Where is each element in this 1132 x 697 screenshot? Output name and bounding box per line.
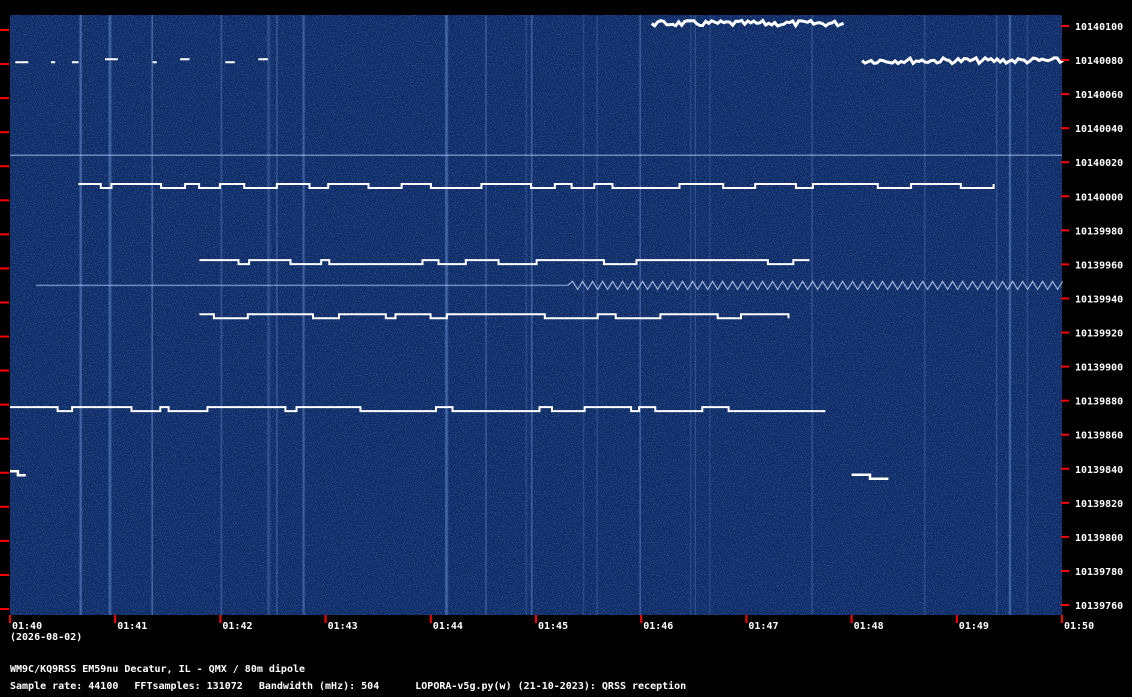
y-tick-label: 10139980: [1075, 226, 1123, 237]
x-tick-label: 01:40: [12, 621, 42, 632]
x-tick-label: 01:42: [222, 621, 252, 632]
y-tick-label: 10139780: [1075, 567, 1123, 578]
x-tick-label: 01:47: [748, 621, 778, 632]
sample-rate-label: Sample rate: 44100: [10, 681, 119, 692]
x-axis: 01:40 01:41 01:42 01:43 01:44 01:45 01:46 01:47…: [9, 615, 1094, 632]
params-line: Sample rate: 44100 FFTsamples: 131072 Ba…: [10, 681, 696, 692]
x-tick-label: 01:44: [433, 621, 463, 632]
y-tick-label: 10140020: [1075, 158, 1123, 169]
y-tick-label: 10139940: [1075, 294, 1123, 305]
fft-samples-label: FFTsamples: 131072: [134, 681, 243, 692]
y-tick-label: 10139820: [1075, 499, 1123, 510]
version-label: LOPORA-v5g.py(w) (21-10-2023): QRSS rece…: [415, 681, 687, 692]
x-tick-label: 01:45: [538, 621, 568, 632]
station-label: WM9C/KQ9RSS EM59nu Decatur, IL - QMX / 8…: [10, 664, 306, 675]
y-tick-label: 10140100: [1075, 22, 1123, 33]
x-tick-label: 01:43: [328, 621, 358, 632]
y-tick-label: 10139920: [1075, 329, 1123, 340]
y-tick-label: 10139900: [1075, 363, 1123, 374]
y-tick-label: 10140000: [1075, 192, 1123, 203]
x-tick-label: 01:49: [959, 621, 989, 632]
y-tick-label: 10139800: [1075, 533, 1123, 544]
y-tick-label: 10139760: [1075, 601, 1123, 612]
x-tick-label: 01:46: [643, 621, 673, 632]
y-tick-label: 10140060: [1075, 90, 1123, 101]
y-tick-label: 10140080: [1075, 56, 1123, 67]
y-tick-label: 10139880: [1075, 397, 1123, 408]
y-tick-label: 10139840: [1075, 465, 1123, 476]
y-tick-label: 10139960: [1075, 260, 1123, 271]
y-tick-label: 10140040: [1075, 124, 1123, 135]
x-tick-label: 01:50: [1064, 621, 1094, 632]
bandwidth-label: Bandwidth (mHz): 504: [258, 681, 380, 692]
spectrogram-chart: 10140100 10140080 10140060 10140040 10140020…: [0, 15, 1123, 632]
x-tick-label: 01:48: [854, 621, 884, 632]
x-tick-label: 01:41: [117, 621, 147, 632]
date-label: (2026-08-02): [10, 632, 83, 643]
y-tick-label: 10139860: [1075, 431, 1123, 442]
